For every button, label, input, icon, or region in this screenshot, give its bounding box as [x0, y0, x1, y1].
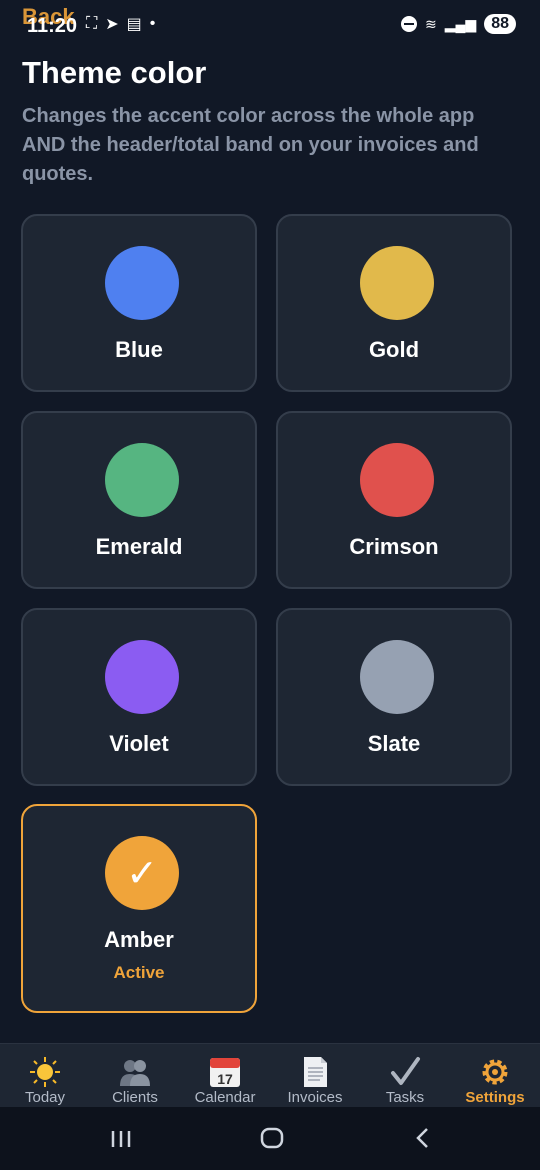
theme-card-violet[interactable]: Violet — [21, 608, 257, 786]
theme-label: Violet — [109, 731, 169, 756]
color-swatch — [360, 246, 434, 320]
theme-label: Blue — [115, 337, 163, 362]
color-swatch — [360, 640, 434, 714]
telegram-icon: ➤ — [105, 16, 119, 33]
do-not-disturb-icon — [401, 16, 418, 32]
status-time: 11:20 — [27, 15, 78, 37]
gear-icon — [478, 1056, 512, 1088]
sun-icon — [28, 1056, 62, 1088]
theme-card-emerald[interactable]: Emerald — [21, 411, 257, 589]
page-title: Theme color — [22, 55, 207, 90]
svg-text:17: 17 — [217, 1071, 233, 1087]
color-swatch — [105, 443, 179, 517]
theme-label: Crimson — [349, 534, 439, 559]
theme-card-gold[interactable]: Gold — [276, 214, 512, 392]
theme-card-blue[interactable]: Blue — [21, 214, 257, 392]
system-nav-bar — [0, 1107, 540, 1170]
theme-label: Gold — [368, 337, 420, 362]
nav-item-clients[interactable]: Clients — [90, 1044, 180, 1108]
checkmark-icon — [388, 1056, 422, 1088]
nav-item-invoices[interactable]: Invoices — [270, 1044, 360, 1108]
checkmark-icon: ✓ — [126, 852, 158, 895]
signal-icon: ▂▄▆ — [444, 15, 477, 32]
document-icon — [298, 1056, 332, 1088]
color-swatch — [360, 443, 434, 517]
theme-label: Emerald — [95, 534, 183, 559]
nav-label: Tasks — [385, 1089, 425, 1106]
nav-label: Today — [24, 1089, 66, 1106]
nav-label: Invoices — [287, 1089, 343, 1106]
status-icons-right: ≋ ▂▄▆ 88 — [401, 14, 516, 34]
screenshot-icon: ⛶ — [86, 15, 98, 32]
home-icon[interactable] — [260, 1125, 284, 1156]
active-badge: Active — [113, 963, 165, 982]
people-icon — [117, 1056, 153, 1088]
calendar-icon: 17 — [208, 1056, 242, 1088]
nav-item-settings[interactable]: Settings — [450, 1044, 540, 1108]
wifi-icon: ≋ — [425, 15, 437, 32]
status-bar: Back 11:20 ⛶ ➤ ▤ • ≋ ▂▄▆ 88 — [0, 0, 540, 56]
theme-label: Amber — [104, 927, 174, 952]
theme-card-crimson[interactable]: Crimson — [276, 411, 512, 589]
recent-apps-icon[interactable] — [110, 1125, 132, 1156]
nav-label: Calendar — [194, 1089, 256, 1106]
dot-icon: • — [149, 15, 156, 32]
color-swatch — [105, 640, 179, 714]
back-icon[interactable] — [414, 1125, 432, 1156]
nav-label: Clients — [112, 1089, 158, 1106]
nav-item-today[interactable]: Today — [0, 1044, 90, 1108]
color-swatch: ✓ — [105, 836, 179, 910]
theme-label: Slate — [367, 731, 421, 756]
nav-label: Settings — [465, 1089, 525, 1106]
theme-card-slate[interactable]: Slate — [276, 608, 512, 786]
theme-card-amber[interactable]: ✓ Amber Active — [21, 804, 257, 1013]
color-swatch — [105, 246, 179, 320]
calendar-small-icon: ▤ — [126, 16, 142, 33]
nav-item-tasks[interactable]: Tasks — [360, 1044, 450, 1108]
nav-item-calendar[interactable]: 17 Calendar — [180, 1044, 270, 1108]
bottom-nav: Today Clients 17 Calendar Invoices Tasks… — [0, 1043, 540, 1108]
battery-indicator: 88 — [484, 14, 516, 34]
page-description: Changes the accent color across the whol… — [22, 105, 479, 185]
status-icons-left: ⛶ ➤ ▤ • — [86, 14, 155, 34]
